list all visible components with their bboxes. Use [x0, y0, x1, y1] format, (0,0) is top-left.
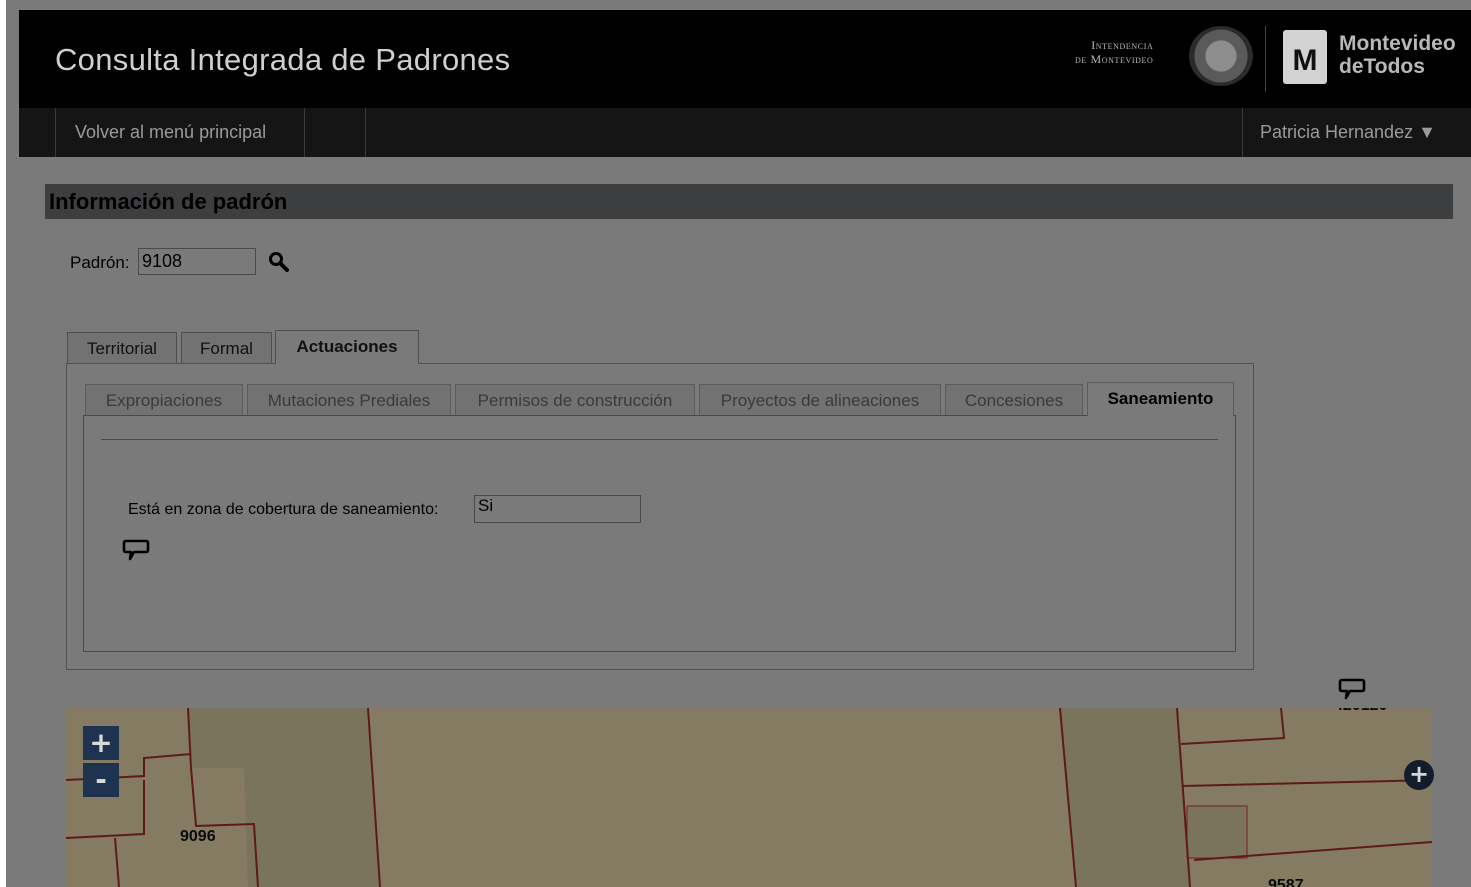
nav-separator	[1242, 108, 1243, 157]
padron-input[interactable]	[138, 248, 256, 275]
subtab-expropiaciones[interactable]: Expropiaciones	[85, 384, 243, 416]
mdt-line2: deTodos	[1339, 55, 1425, 78]
map-expand-button[interactable]: +	[1404, 760, 1434, 790]
section-title-bar: Información de padrón	[45, 184, 1453, 219]
montevideo-de-todos-icon: M	[1283, 30, 1327, 84]
subtab-permisos-construccion[interactable]: Permisos de construcción	[455, 384, 695, 416]
intendencia-seal-icon	[1189, 26, 1253, 86]
search-icon[interactable]	[268, 251, 290, 273]
intendencia-logo: Intendencia de Montevideo	[1075, 38, 1153, 66]
padron-label: Padrón:	[70, 253, 130, 272]
subtab-saneamiento[interactable]: Saneamiento	[1087, 382, 1234, 416]
parcel-label: 9587	[1268, 877, 1304, 887]
parcel-lines	[66, 708, 1432, 887]
intendencia-logo-line2: de Montevideo	[1075, 52, 1154, 66]
mdt-line1: Montevideo	[1339, 32, 1456, 55]
tab-actuaciones[interactable]: Actuaciones	[275, 330, 419, 364]
header-divider	[1265, 26, 1266, 92]
back-to-main-menu-link[interactable]: Volver al menú principal	[75, 122, 266, 143]
nav-bar: Volver al menú principal Patricia Hernan…	[19, 108, 1471, 157]
tab-territorial[interactable]: Territorial	[67, 332, 177, 364]
nav-separator	[365, 108, 366, 157]
top-strip	[0, 0, 1471, 10]
panel-divider	[101, 439, 1218, 440]
map-zoom-in-button[interactable]: +	[83, 726, 119, 760]
app-title: Consulta Integrada de Padrones	[55, 42, 511, 77]
saneamiento-coverage-label: Está en zona de cobertura de saneamiento…	[128, 501, 439, 518]
nav-separator	[55, 108, 56, 157]
user-menu-dropdown[interactable]: Patricia Hernandez ▼	[1260, 122, 1436, 143]
subtab-concesiones[interactable]: Concesiones	[945, 384, 1083, 416]
saneamiento-panel	[83, 415, 1236, 652]
app-header: Consulta Integrada de Padrones Intendenc…	[19, 10, 1471, 108]
intendencia-logo-line1: Intendencia	[1091, 38, 1154, 52]
montevideo-de-todos-logo: Montevideo deTodos	[1339, 32, 1456, 78]
tab-formal[interactable]: Formal	[181, 332, 272, 364]
parcel-label: 420120	[1334, 708, 1387, 715]
map-comment-icon[interactable]	[1338, 677, 1366, 703]
montevideo-glyph: M	[1292, 44, 1318, 77]
parcel-label: 9096	[180, 828, 216, 845]
saneamiento-coverage-value: Si	[474, 495, 641, 523]
section-title: Información de padrón	[49, 189, 288, 214]
nav-separator	[304, 108, 305, 157]
page-left-strip	[0, 0, 6, 887]
subtab-proyectos-alineaciones[interactable]: Proyectos de alineaciones	[699, 384, 941, 416]
map-zoom-out-button[interactable]: -	[83, 763, 119, 797]
parcel-map[interactable]: + - 9096 420120 9587	[66, 708, 1432, 887]
subtab-mutaciones-prediales[interactable]: Mutaciones Prediales	[247, 384, 451, 416]
comment-icon[interactable]	[122, 538, 150, 564]
